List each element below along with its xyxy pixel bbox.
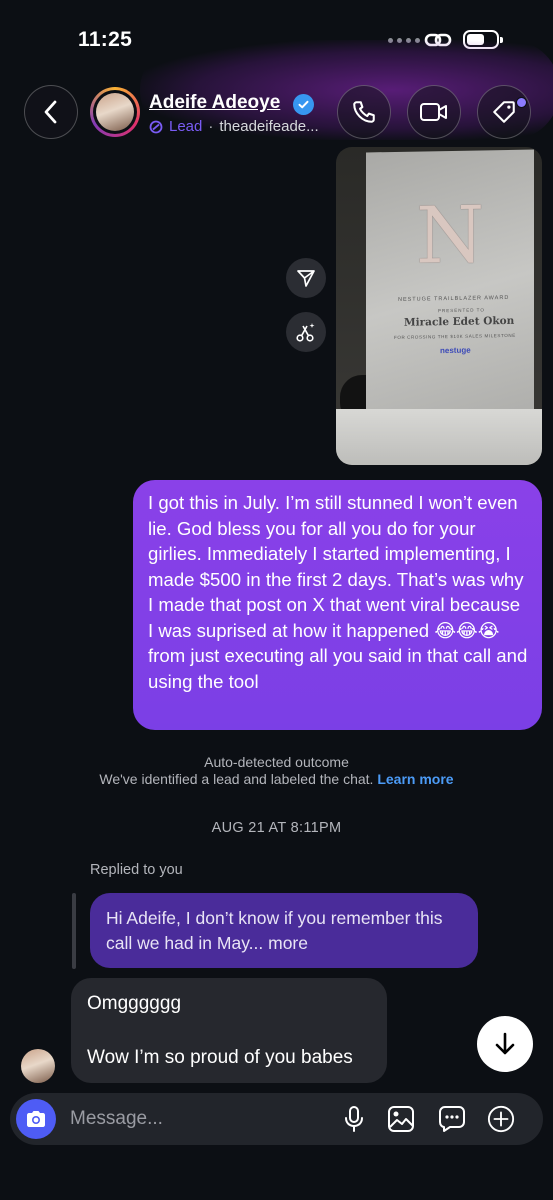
plaque-award: NESTUGE TRAILBLAZER AWARD xyxy=(398,294,510,303)
call-button[interactable] xyxy=(337,85,391,139)
share-button[interactable] xyxy=(286,258,326,298)
photo-base xyxy=(336,409,542,465)
voice-button[interactable] xyxy=(340,1105,368,1133)
camera-button[interactable] xyxy=(16,1099,56,1139)
gallery-button[interactable] xyxy=(387,1105,415,1133)
sender-avatar[interactable] xyxy=(21,1049,55,1083)
video-call-button[interactable] xyxy=(407,85,461,139)
scroll-to-bottom-button[interactable] xyxy=(477,1016,533,1072)
quoted-reply[interactable]: Hi Adeife, I don’t know if you remember … xyxy=(90,893,478,968)
phone-icon xyxy=(353,101,375,123)
outgoing-message[interactable]: I got this in July. I’m still stunned I … xyxy=(133,480,542,730)
verified-badge-icon xyxy=(293,94,314,115)
lead-label[interactable]: Lead xyxy=(169,118,202,135)
plus-icon xyxy=(487,1105,515,1133)
gallery-icon xyxy=(388,1106,414,1132)
back-button[interactable] xyxy=(24,85,78,139)
quoted-reply-more[interactable]: more xyxy=(268,933,308,953)
plaque-name: Miracle Edet Okon xyxy=(404,314,515,329)
ai-scissors-icon xyxy=(296,323,315,342)
sticker-button[interactable] xyxy=(438,1105,466,1133)
share-send-icon xyxy=(297,270,315,287)
contact-subtitle: Lead · theadeifeade... xyxy=(149,118,319,135)
auto-detected-description: We've identified a lead and labeled the … xyxy=(0,771,553,787)
auto-detected-title: Auto-detected outcome xyxy=(204,754,349,770)
message-composer: Message... xyxy=(10,1093,543,1145)
contact-handle: theadeifeade... xyxy=(219,118,319,135)
contact-name[interactable]: Adeife Adeoye xyxy=(149,92,280,114)
avatar[interactable] xyxy=(90,87,140,137)
camera-icon xyxy=(27,1111,45,1127)
incoming-message[interactable]: Omgggggg Wow I’m so proud of you babes xyxy=(71,978,387,1083)
more-button[interactable] xyxy=(487,1105,515,1133)
incoming-line-2: Wow I’m so proud of you babes xyxy=(87,1047,353,1068)
auto-detected-text: We've identified a lead and labeled the … xyxy=(99,771,374,787)
arrow-down-icon xyxy=(495,1032,515,1055)
plaque-logo: N xyxy=(416,190,479,282)
message-input[interactable]: Message... xyxy=(70,1108,163,1130)
back-chevron-icon xyxy=(44,100,57,124)
subtitle-separator: · xyxy=(208,118,214,135)
label-button[interactable] xyxy=(477,85,531,139)
reply-indicator-line xyxy=(72,893,76,969)
notification-dot xyxy=(516,97,527,108)
plaque-for: FOR CROSSING THE $10K SALES MILESTONE xyxy=(394,332,516,340)
microphone-icon xyxy=(345,1106,363,1132)
status-time: 11:25 xyxy=(78,28,133,51)
ai-edit-button[interactable] xyxy=(286,312,326,352)
lead-icon xyxy=(149,120,163,133)
learn-more-link[interactable]: Learn more xyxy=(377,771,453,787)
plaque-presented: PRESENTED TO xyxy=(438,307,485,314)
sticker-chat-icon xyxy=(439,1106,465,1132)
video-camera-icon xyxy=(420,103,447,121)
plaque-brand: nestuge xyxy=(440,345,471,356)
incoming-line-1: Omgggggg xyxy=(87,993,182,1014)
tag-icon xyxy=(493,101,515,123)
photo-message[interactable]: N NESTUGE TRAILBLAZER AWARD PRESENTED TO… xyxy=(336,147,542,465)
replied-to-label: Replied to you xyxy=(90,862,183,878)
date-separator: AUG 21 AT 8:11PM xyxy=(211,820,342,836)
